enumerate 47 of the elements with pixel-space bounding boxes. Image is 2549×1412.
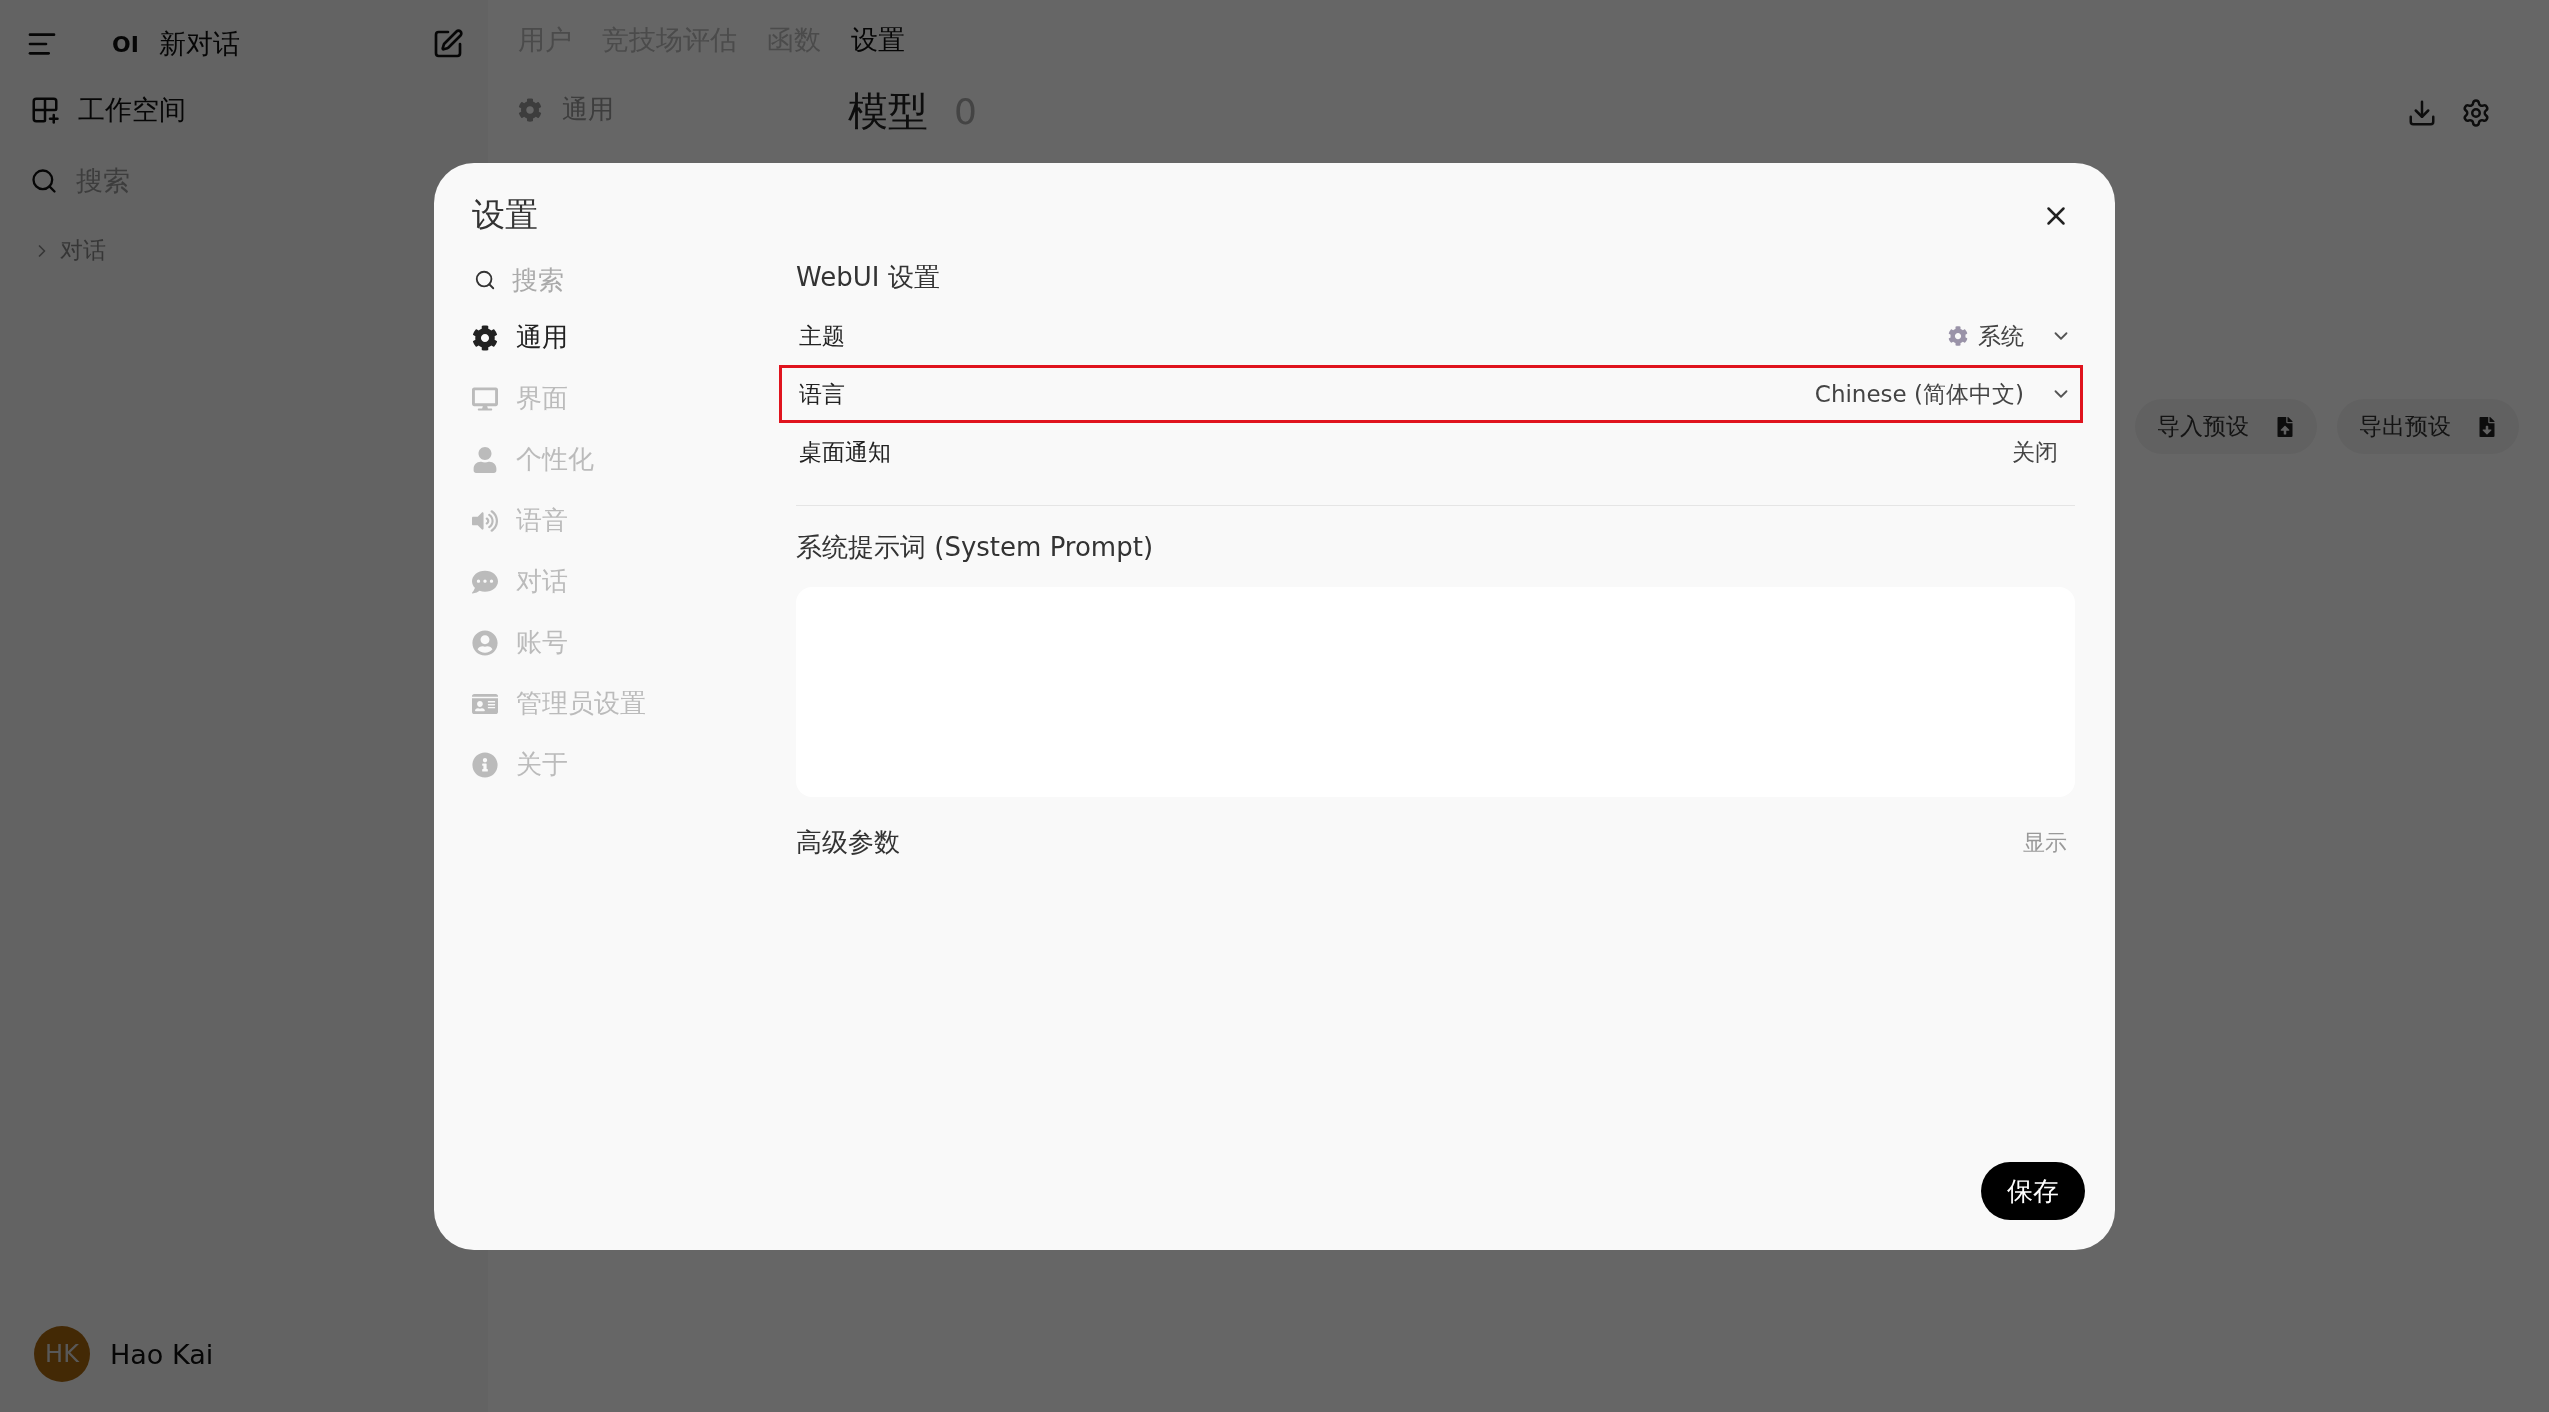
search-field[interactable]: 搜索: [510, 264, 730, 296]
nav-icon: [472, 385, 498, 412]
show-button[interactable]: 显示: [2023, 827, 2075, 858]
settings-nav-item[interactable]: 对话: [472, 558, 792, 605]
download-icon[interactable]: [2407, 98, 2437, 128]
advanced-label: 高级参数: [796, 826, 900, 859]
setting-label: 桌面通知: [799, 437, 891, 467]
preset-button[interactable]: 导入预设: [2135, 399, 2317, 454]
nav-icon: [472, 324, 498, 351]
search-icon: [30, 166, 58, 195]
user-avatar[interactable]: HK: [34, 1326, 90, 1382]
setting-select[interactable]: 系统: [1948, 320, 2072, 352]
gear-icon: [518, 97, 542, 122]
setting-toggle[interactable]: 关闭: [2012, 436, 2072, 468]
new-chat-icon[interactable]: [432, 28, 464, 60]
nav-icon: [472, 568, 498, 595]
nav-icon: [472, 446, 498, 473]
settings-icon[interactable]: [2461, 98, 2491, 128]
file-icon: [2477, 416, 2497, 437]
dialog-title: 设置: [472, 194, 538, 236]
logo: OI: [112, 31, 139, 57]
nav-icon: [472, 629, 498, 656]
settings-nav-item[interactable]: 账号: [472, 619, 792, 666]
nav-tab[interactable]: 设置: [851, 22, 905, 58]
page-heading: 模型: [848, 87, 928, 136]
setting-select[interactable]: Chinese (简体中文): [1814, 378, 2072, 410]
settings-nav-item[interactable]: 管理员设置: [472, 680, 792, 727]
settings-nav-item[interactable]: 语音: [472, 497, 792, 544]
settings-nav-item[interactable]: 关于: [472, 741, 792, 788]
gear-icon: [1948, 326, 1968, 346]
nav-icon: [472, 507, 498, 534]
user-name: Hao Kai: [110, 1338, 214, 1370]
section-title: WebUI 设置: [796, 261, 941, 294]
new-chat-title[interactable]: 新对话: [158, 26, 412, 62]
setting-label: 语言: [799, 379, 845, 409]
workspace-link[interactable]: 工作空间: [78, 92, 186, 128]
file-icon: [2275, 416, 2295, 437]
settings-nav-item[interactable]: 通用: [472, 314, 792, 361]
preset-button[interactable]: 导出预设: [2337, 399, 2519, 454]
save-button[interactable]: 保存: [1981, 1162, 2085, 1220]
prompt-label: 系统提示词 (System Prompt): [796, 531, 1155, 564]
settings-nav-item[interactable]: 界面: [472, 375, 792, 422]
nav-icon: [472, 751, 498, 778]
grid-icon: [30, 95, 60, 125]
setting-label: 主题: [799, 321, 845, 351]
search-icon: [474, 269, 496, 291]
settings-nav-item[interactable]: 个性化: [472, 436, 792, 483]
